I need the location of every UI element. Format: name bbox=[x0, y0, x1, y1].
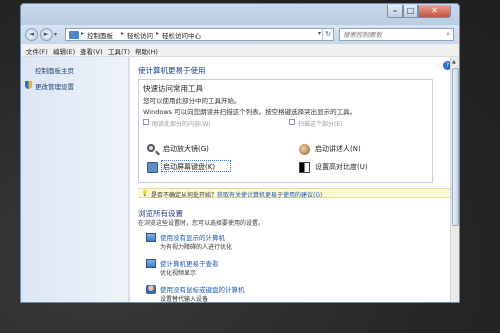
refresh-icon[interactable]: ↻ bbox=[322, 29, 333, 40]
keyboard-icon[interactable] bbox=[147, 162, 158, 173]
control-panel-window: – □ ✕ ◄ ► ▾ ▸ 控制面板 ▸ 轻松访问 ▸ 轻松访问中心 ▾ ↻ ⌕… bbox=[20, 3, 460, 303]
quick-access-title: 快速访问常用工具 bbox=[143, 84, 203, 93]
lightbulb-icon: 💡 bbox=[141, 190, 149, 197]
sidebar-item-change-admin-settings[interactable]: 更改管理设置 bbox=[35, 81, 74, 91]
scan-checkbox[interactable] bbox=[289, 119, 295, 125]
set-high-contrast-link[interactable]: 设置高对比度(U) bbox=[315, 162, 368, 172]
maximize-button[interactable]: □ bbox=[403, 5, 418, 18]
address-bar[interactable]: ▸ 控制面板 ▸ 轻松访问 ▸ 轻松访问中心 ▾ ↻ bbox=[65, 28, 334, 41]
search-input[interactable] bbox=[340, 29, 440, 40]
sidebar-item-control-panel-home[interactable]: 控制面板主页 bbox=[35, 65, 74, 75]
use-without-mouse-desc: 设置替代输入设备 bbox=[160, 296, 209, 303]
control-panel-icon bbox=[69, 31, 79, 39]
tip-bar: 💡 是否不确定从何处开始？获取有关使计算机更易于使用的建议(G) bbox=[138, 188, 450, 199]
magnifier-icon[interactable] bbox=[147, 144, 155, 152]
page-title: 使计算机更易于使用 bbox=[138, 66, 206, 75]
vertical-scrollbar[interactable]: ▲ bbox=[450, 57, 459, 302]
user-icon bbox=[146, 285, 156, 294]
menu-tools[interactable]: 工具(T) bbox=[108, 46, 130, 56]
menu-view[interactable]: 查看(V) bbox=[80, 46, 103, 56]
title-bar: – □ ✕ bbox=[21, 4, 459, 25]
breadcrumb-ease-of-access[interactable]: 轻松访问 bbox=[127, 30, 153, 40]
tip-text: 是否不确定从何处开始？获取有关使计算机更易于使用的建议(G) bbox=[151, 190, 322, 199]
menu-bar: 文件(F) 编辑(E) 查看(V) 工具(T) 帮助(H) bbox=[21, 44, 459, 57]
use-without-mouse-link[interactable]: 使用没有鼠标或键盘的计算机 bbox=[160, 284, 245, 294]
back-button[interactable]: ◄ bbox=[25, 28, 38, 41]
start-magnifier-link[interactable]: 启动放大镜(G) bbox=[163, 144, 209, 154]
maximize-icon: □ bbox=[406, 6, 415, 15]
monitor-icon bbox=[146, 259, 156, 268]
breadcrumb-ease-of-access-center[interactable]: 轻松访问中心 bbox=[162, 30, 201, 40]
forward-button[interactable]: ► bbox=[40, 28, 53, 41]
quick-access-text-1: 您可以使用此部分中的工具开始。 bbox=[143, 97, 241, 105]
address-toolbar: ◄ ► ▾ ▸ 控制面板 ▸ 轻松访问 ▸ 轻松访问中心 ▾ ↻ ⌕ bbox=[21, 25, 459, 44]
make-easier-to-see-link[interactable]: 使计算机更易于查看 bbox=[160, 258, 219, 268]
start-narrator-link[interactable]: 启动讲述人(N) bbox=[315, 144, 361, 154]
menu-file[interactable]: 文件(F) bbox=[26, 46, 48, 56]
main-content: ? 使计算机更易于使用 快速访问常用工具 您可以使用此部分中的工具开始。 Win… bbox=[130, 57, 450, 303]
search-box[interactable]: ⌕ bbox=[339, 28, 454, 41]
search-icon[interactable]: ⌕ bbox=[446, 30, 450, 39]
browse-settings-desc: 在浏览这些设置时，您可以选择要使用的设置。 bbox=[138, 220, 265, 227]
scan-label[interactable]: 扫描这个部分(E) bbox=[298, 119, 342, 128]
tip-prefix: 是否不确定从何处开始？ bbox=[151, 192, 218, 199]
close-button[interactable]: ✕ bbox=[418, 5, 451, 18]
menu-help[interactable]: 帮助(H) bbox=[135, 46, 158, 56]
make-easier-to-see-desc: 优化视频显示 bbox=[160, 270, 197, 277]
narrator-icon[interactable] bbox=[299, 144, 310, 155]
breadcrumb-separator: ▸ bbox=[121, 30, 125, 37]
read-aloud-label[interactable]: 朗读此部分的内容(W) bbox=[152, 119, 211, 128]
quick-access-panel: 快速访问常用工具 您可以使用此部分中的工具开始。 Windows 可以向您朗读并… bbox=[138, 79, 433, 183]
read-aloud-checkbox[interactable] bbox=[143, 119, 149, 125]
minimize-button[interactable]: – bbox=[387, 5, 403, 18]
use-without-display-link[interactable]: 使用没有显示的计算机 bbox=[160, 232, 225, 242]
minimize-icon: – bbox=[393, 6, 397, 15]
menu-edit[interactable]: 编辑(E) bbox=[53, 46, 75, 56]
monitor-icon bbox=[146, 233, 156, 242]
shield-icon bbox=[25, 81, 32, 89]
contrast-icon[interactable] bbox=[299, 162, 310, 173]
address-dropdown[interactable]: ▾ bbox=[318, 30, 321, 37]
quick-access-text-2: Windows 可以向您朗读并扫描这个列表。按空格键选择突出显示的工具。 bbox=[143, 108, 357, 116]
breadcrumb-separator: ▸ bbox=[81, 30, 85, 37]
tip-recommendations-link[interactable]: 获取有关使计算机更易于使用的建议(G) bbox=[217, 192, 322, 199]
close-icon: ✕ bbox=[431, 6, 438, 15]
breadcrumb-control-panel[interactable]: 控制面板 bbox=[87, 30, 113, 40]
scroll-up-icon[interactable]: ▲ bbox=[452, 59, 456, 65]
start-on-screen-keyboard-link[interactable]: 启动屏幕键盘(K) bbox=[163, 162, 215, 172]
breadcrumb-separator: ▸ bbox=[156, 30, 160, 37]
use-without-display-desc: 为有视力障碍的人进行优化 bbox=[160, 244, 233, 251]
recent-pages-dropdown[interactable]: ▾ bbox=[54, 31, 57, 38]
help-icon[interactable]: ? bbox=[443, 61, 450, 70]
scrollbar-thumb[interactable] bbox=[452, 68, 459, 226]
sidebar: 控制面板主页 更改管理设置 bbox=[21, 57, 129, 302]
